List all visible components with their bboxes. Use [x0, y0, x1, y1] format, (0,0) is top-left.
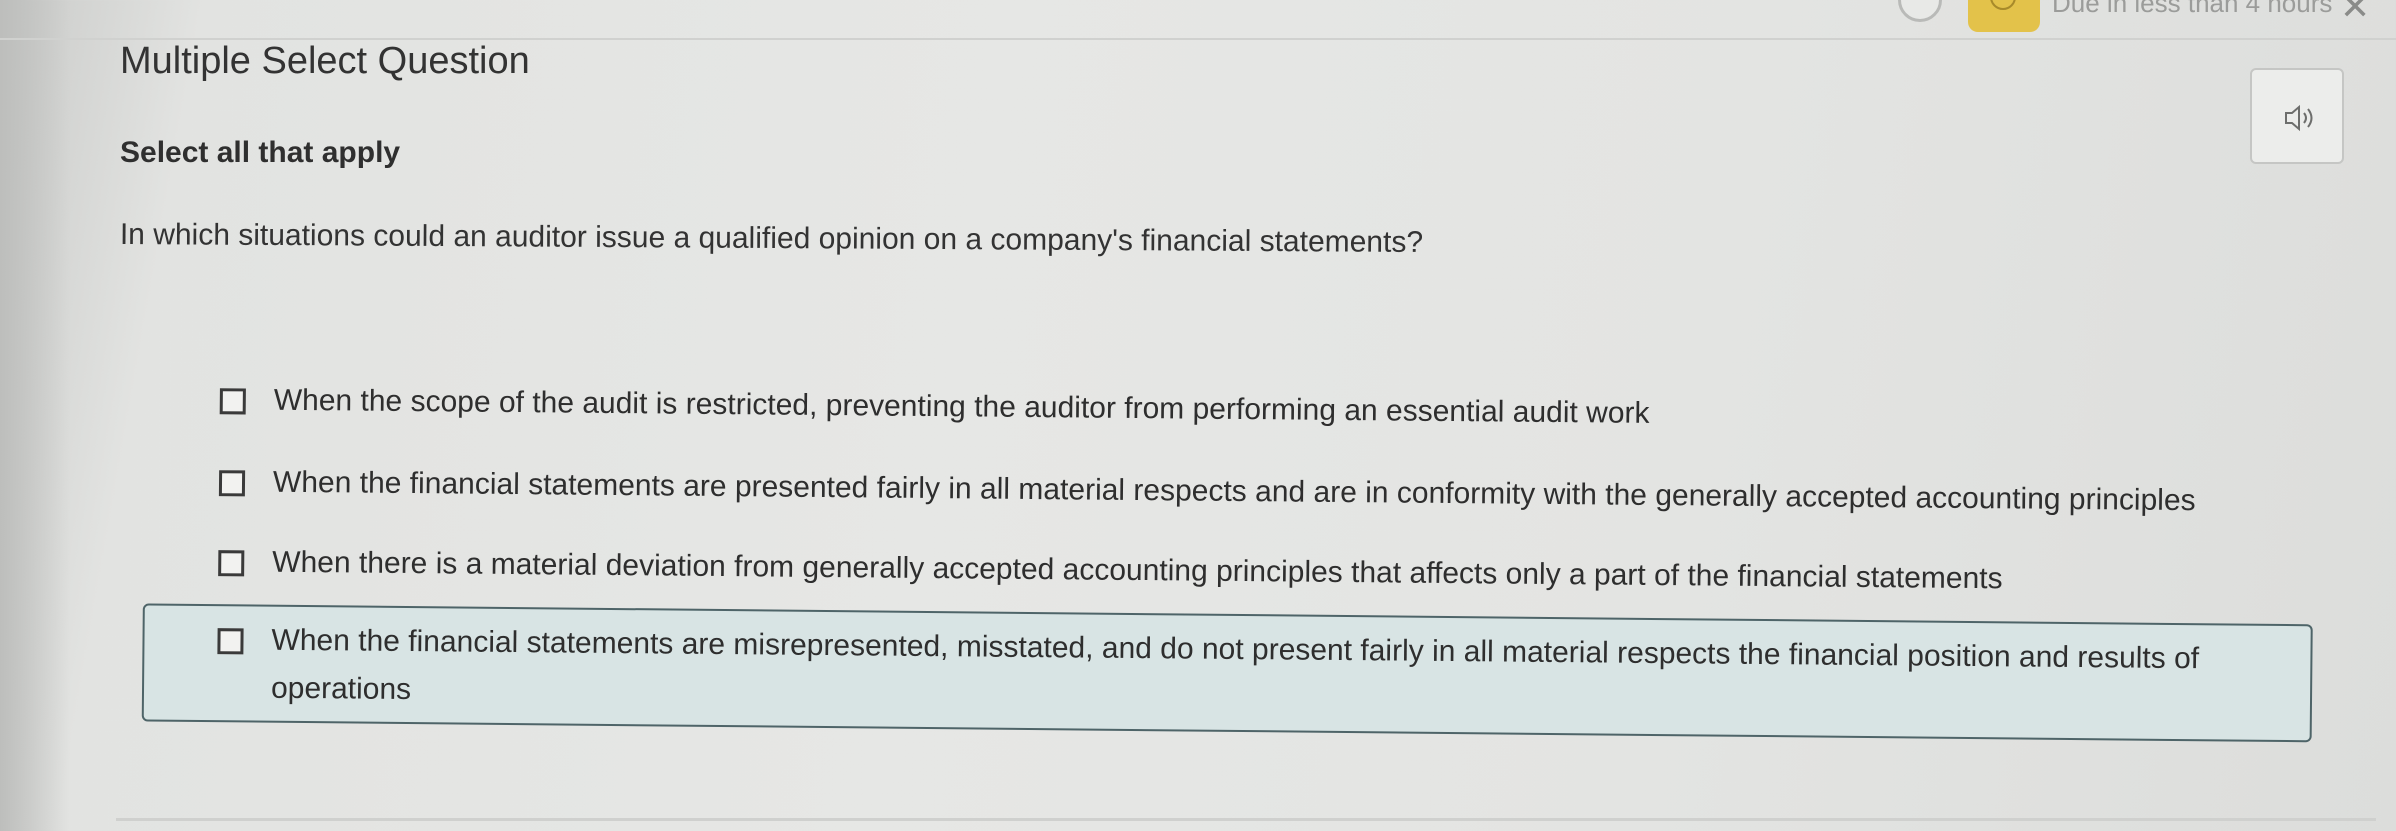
clock-icon	[1990, 0, 2016, 10]
checkbox-icon[interactable]	[219, 388, 246, 415]
answer-option-label: When there is a material deviation from …	[272, 545, 2003, 596]
answer-option-label: When the scope of the audit is restricte…	[273, 383, 1650, 430]
answer-option[interactable]: When the scope of the audit is restricte…	[219, 384, 1650, 438]
answer-option-label: When the financial statements are presen…	[272, 465, 2196, 518]
divider	[116, 818, 2376, 821]
due-text: Due in less than 4 hours	[2052, 0, 2333, 18]
answer-option[interactable]: When the financial statements are presen…	[218, 466, 2196, 525]
checkbox-icon[interactable]	[218, 470, 246, 497]
answer-options: When the scope of the audit is restricte…	[0, 0, 2396, 831]
checkbox-icon[interactable]	[217, 628, 244, 655]
answer-option-label: When the financial statements are misrep…	[270, 623, 2200, 707]
answer-option[interactable]: When there is a material deviation from …	[218, 546, 2003, 603]
checkbox-icon[interactable]	[218, 550, 245, 577]
